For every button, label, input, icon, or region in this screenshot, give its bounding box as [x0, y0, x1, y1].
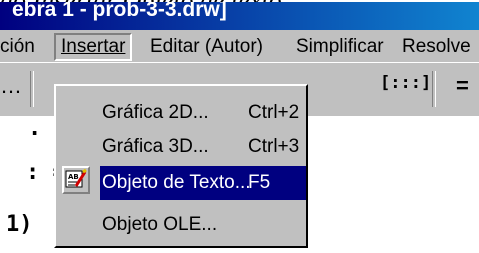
menu-item-shortcut: F5	[248, 172, 271, 193]
menu-item-grafica-3d[interactable]: Gráfica 3D... Ctrl+3	[56, 130, 306, 164]
menu-item-objeto-ole[interactable]: Objeto OLE...	[56, 208, 306, 242]
toolbar-partial-button[interactable]: …	[0, 73, 22, 99]
text-object-icon: AB	[62, 166, 90, 194]
svg-text:AB: AB	[68, 173, 79, 181]
toolbar-separator	[30, 71, 34, 107]
menu-resolver[interactable]: Resolve	[402, 35, 471, 59]
matrix-button[interactable]: [:::]	[380, 73, 431, 93]
menu-item-grafica-2d[interactable]: Gráfica 2D... Ctrl+2	[56, 96, 306, 130]
window-title-bar: ebra 1 - prob-3-3.drw]	[0, 2, 479, 30]
insertar-dropdown-menu: Gráfica 2D... Ctrl+2 Gráfica 3D... Ctrl+…	[54, 84, 308, 248]
menu-insertar-label: Insertar	[61, 36, 126, 57]
menu-item-label: Gráfica 3D...	[102, 136, 209, 157]
window-title: ebra 1 - prob-3-3.drw]	[12, 2, 227, 21]
menu-editar-autor[interactable]: Editar (Autor)	[150, 35, 263, 59]
menu-edicion[interactable]: ción	[0, 35, 35, 59]
menu-simplificar[interactable]: Simplificar	[296, 35, 384, 59]
menu-item-shortcut: Ctrl+2	[248, 102, 300, 123]
menu-item-label: Objeto de Texto...	[102, 172, 251, 193]
workarea-line: 1)	[6, 212, 33, 237]
workarea-line: .	[28, 116, 42, 141]
menu-item-label: Gráfica 2D...	[102, 102, 209, 123]
menu-insertar[interactable]: Insertar	[54, 33, 133, 61]
toolbar-separator	[432, 71, 436, 107]
menu-item-objeto-de-texto[interactable]: Objeto de Texto... F5	[100, 166, 306, 200]
menu-item-label: Objeto OLE...	[102, 214, 218, 235]
menu-item-shortcut: Ctrl+3	[248, 136, 300, 157]
menu-bar: ción Insertar Editar (Autor) Simplificar…	[0, 30, 479, 62]
equals-button[interactable]: =	[456, 73, 469, 99]
